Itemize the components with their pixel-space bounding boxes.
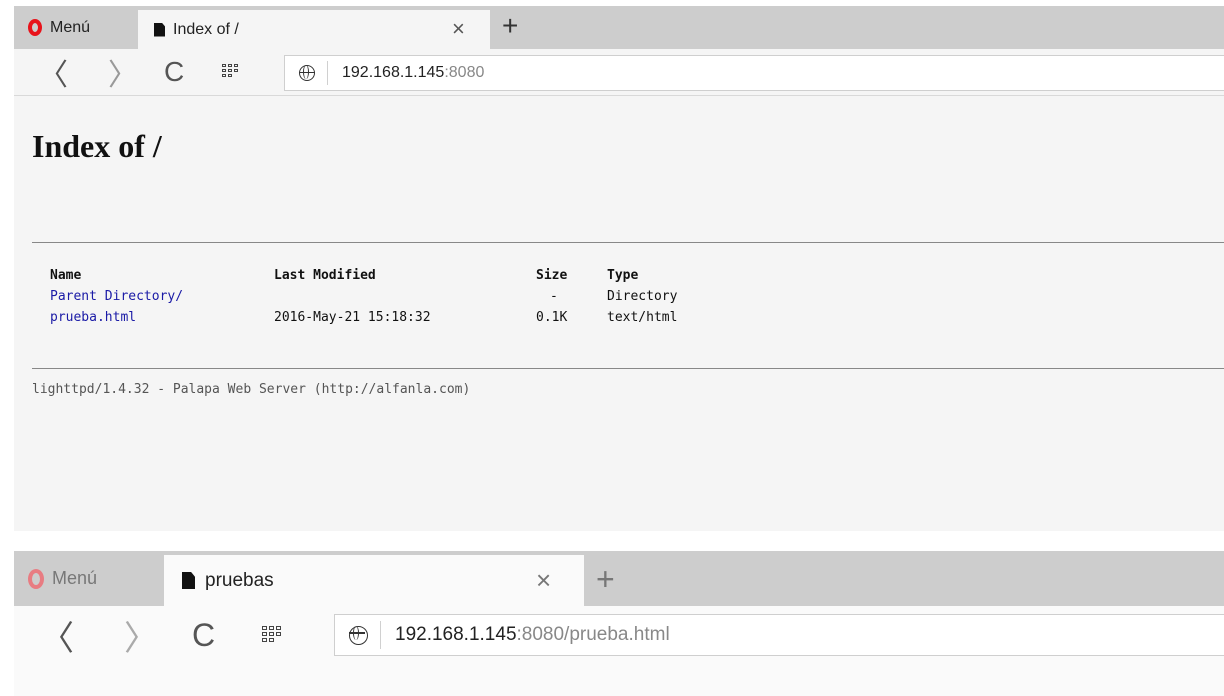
modified-cell: 2016-May-21 15:18:32 — [274, 310, 431, 325]
browser-window-1: Menú Index of / × + 〈 〉 C 192.168.1.145:… — [14, 6, 1224, 531]
url-host: 192.168.1.145 — [395, 624, 517, 645]
plus-icon[interactable]: + — [596, 563, 615, 595]
opera-menu-button[interactable]: Menú — [14, 551, 97, 606]
parent-directory-link[interactable]: Parent Directory/ — [50, 289, 183, 304]
url-host: 192.168.1.145 — [342, 64, 445, 81]
browser-window-2: Menú pruebas × + 〈 〉 C 192.168.1.145:808… — [14, 551, 1224, 696]
reload-icon[interactable]: C — [164, 49, 184, 95]
page-content: Index of / Name Last Modified Size Type … — [14, 96, 1224, 531]
close-icon[interactable]: × — [452, 16, 465, 42]
back-icon[interactable]: 〈 — [38, 49, 68, 95]
globe-icon — [349, 625, 368, 645]
file-link-prueba[interactable]: prueba.html — [50, 310, 136, 325]
address-bar[interactable]: 192.168.1.145:8080/prueba.html — [334, 614, 1224, 656]
table-row: prueba.html 2016-May-21 15:18:32 0.1K te… — [50, 307, 727, 328]
forward-icon[interactable]: 〉 — [124, 606, 158, 664]
page-title: Index of / — [32, 128, 162, 164]
url-path: :8080/prueba.html — [516, 624, 670, 645]
address-separator — [327, 61, 328, 85]
toolbar: 〈 〉 C 192.168.1.145:8080/prueba.html — [14, 606, 1224, 664]
column-header: Last Modified — [274, 267, 376, 283]
divider — [32, 368, 1224, 369]
tab-index[interactable]: Index of / × — [138, 10, 490, 49]
server-footer: lighttpd/1.4.32 - Palapa Web Server (htt… — [32, 382, 471, 397]
type-cell: text/html — [607, 310, 678, 325]
column-header: Type — [607, 267, 639, 283]
size-cell: 0.1K — [536, 310, 568, 325]
tab-title: Index of / — [173, 20, 239, 38]
speed-dial-icon[interactable] — [222, 64, 238, 78]
speed-dial-icon[interactable] — [262, 626, 281, 642]
tab-title: pruebas — [205, 569, 274, 591]
modified-cell — [274, 286, 536, 307]
table-header-row: Name Last Modified Size Type — [50, 264, 727, 286]
back-icon[interactable]: 〈 — [40, 606, 74, 664]
document-icon — [182, 572, 195, 589]
column-header: Size — [536, 267, 568, 283]
size-cell: - — [550, 289, 558, 304]
divider — [32, 242, 1224, 243]
globe-icon — [299, 65, 315, 81]
tab-pruebas[interactable]: pruebas × — [164, 555, 584, 606]
directory-table: Name Last Modified Size Type Parent Dire… — [50, 264, 727, 328]
opera-logo-icon — [28, 568, 44, 589]
menu-label: Menú — [50, 18, 91, 36]
reload-icon[interactable]: C — [192, 606, 215, 664]
address-separator — [380, 621, 381, 649]
address-bar[interactable]: 192.168.1.145:8080 — [284, 55, 1224, 91]
plus-icon[interactable]: + — [502, 10, 518, 42]
tab-bar: Menú pruebas × + — [14, 551, 1224, 606]
toolbar: 〈 〉 C 192.168.1.145:8080 — [14, 49, 1224, 96]
column-header: Name — [50, 267, 82, 283]
tab-bar: Menú Index of / × + — [14, 6, 1224, 49]
document-icon — [154, 22, 165, 37]
opera-menu-button[interactable]: Menú — [14, 6, 90, 49]
url-port: :8080 — [444, 64, 485, 81]
close-icon[interactable]: × — [536, 565, 551, 596]
table-row: Parent Directory/ - Directory — [50, 286, 727, 307]
type-cell: Directory — [607, 289, 678, 304]
opera-logo-icon — [28, 19, 42, 36]
menu-label: Menú — [52, 568, 98, 588]
forward-icon[interactable]: 〉 — [108, 49, 138, 95]
